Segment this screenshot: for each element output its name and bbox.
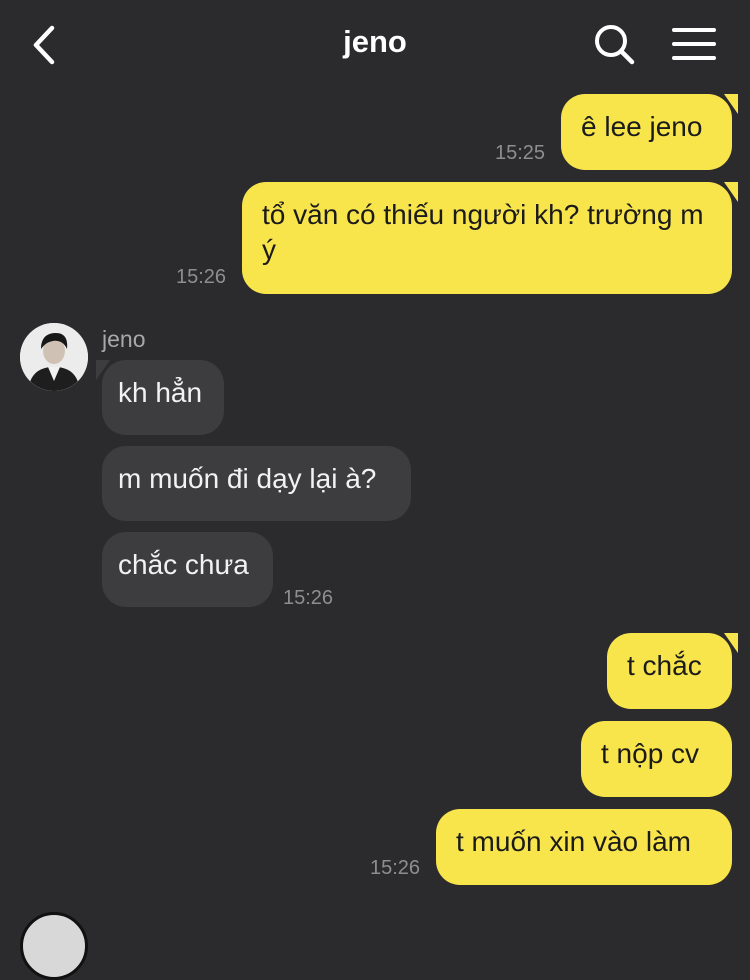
message-timestamp: 15:26 [176,266,227,288]
search-icon [595,25,635,65]
message-text: t chắc [627,650,702,681]
message-text: t nộp cv [601,738,700,769]
message-timestamp: 15:25 [495,142,546,164]
message-text: ê lee jeno [581,111,703,142]
contact-avatar[interactable] [20,323,88,391]
message-bubble-outgoing[interactable]: t nộp cv [581,721,732,797]
sender-name: jeno [102,326,146,352]
message-text: m muốn đi dạy lại à? [118,463,377,494]
search-button[interactable] [590,20,640,70]
message-text: t muốn xin vào làm [456,826,691,857]
message-bubble-outgoing[interactable]: t muốn xin vào làm [436,809,732,885]
menu-button[interactable] [670,22,720,66]
message-timestamp: 15:26 [283,587,334,609]
contact-avatar-photo [20,323,88,391]
contact-avatar-partial[interactable] [20,912,88,980]
message-text: kh hẳn [118,377,203,408]
message-bubble-incoming[interactable]: m muốn đi dạy lại à? [102,446,411,521]
chat-header: jeno [0,0,750,90]
message-bubble-incoming[interactable]: chắc chưa [102,532,273,607]
message-text: chắc chưa [118,549,249,580]
message-bubble-outgoing[interactable]: tổ văn có thiếu người kh? trường m ý [242,182,738,294]
message-bubble-outgoing[interactable]: ê lee jeno [561,94,738,170]
message-bubble-incoming[interactable]: kh hẳn [96,360,224,435]
message-bubble-outgoing[interactable]: t chắc [607,633,738,709]
menu-icon [672,28,716,60]
message-text: tổ văn có thiếu người kh? trường m ý [262,199,704,265]
message-timestamp: 15:26 [370,857,421,879]
